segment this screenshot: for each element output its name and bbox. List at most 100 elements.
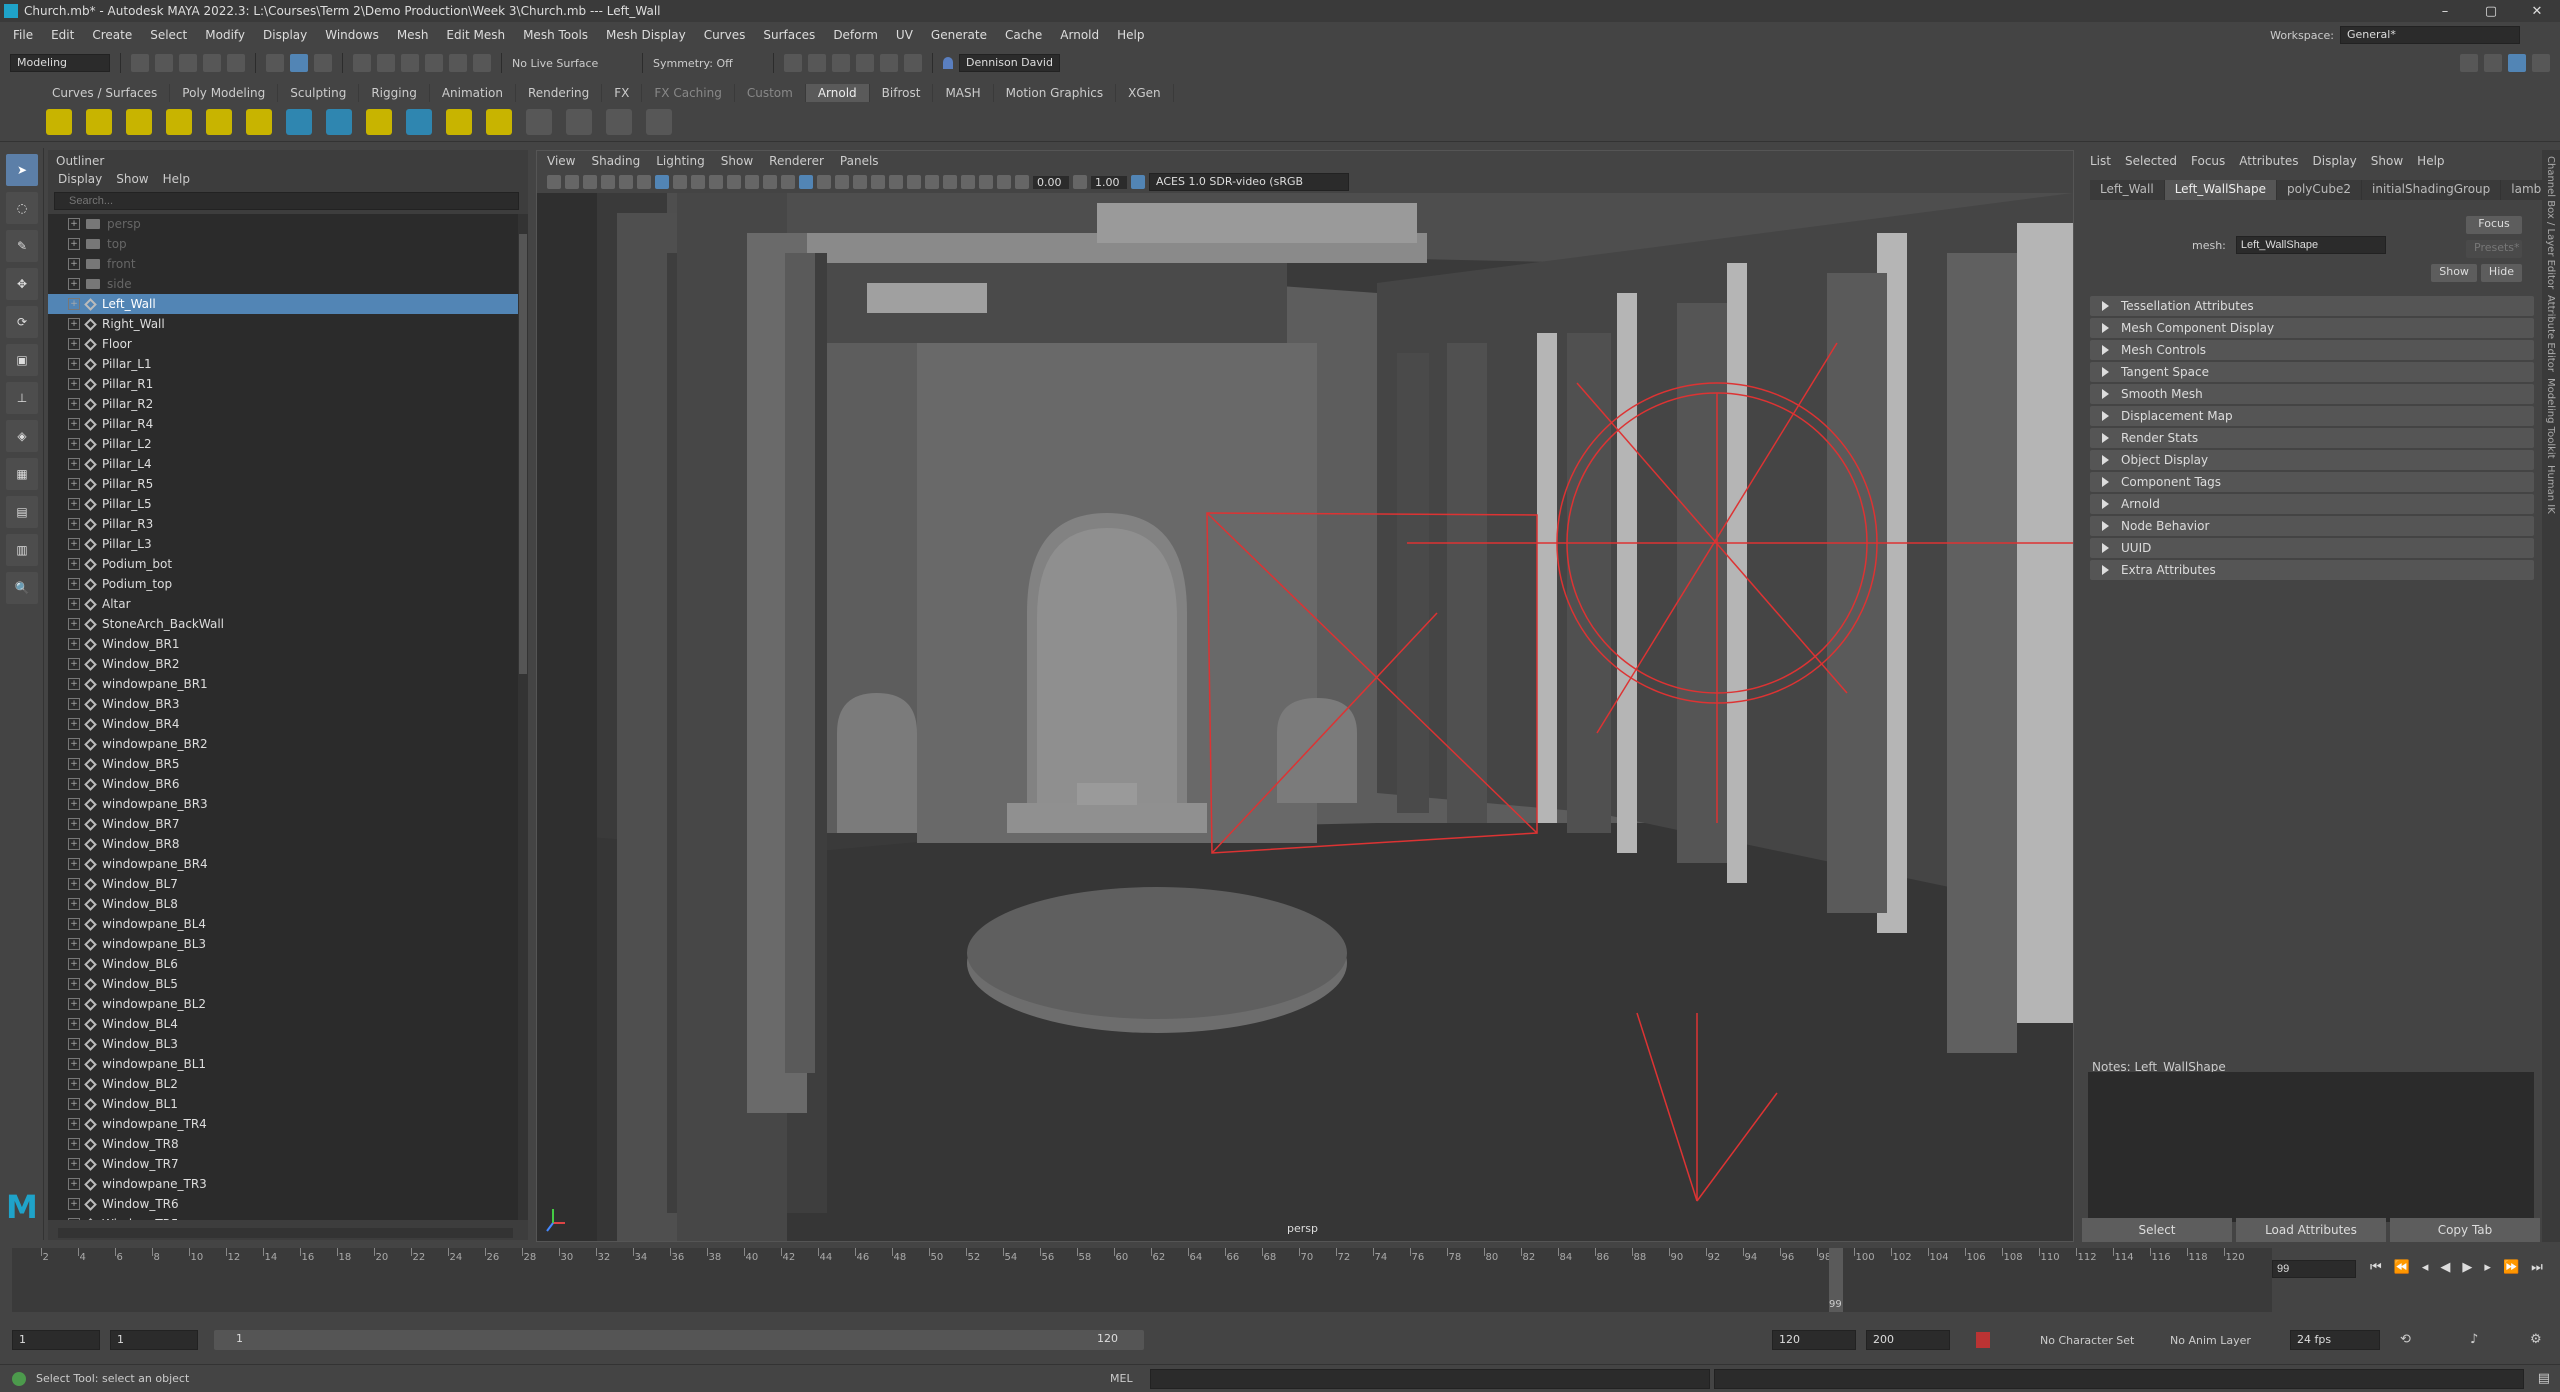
ipr-render-icon[interactable] [832, 54, 850, 72]
shelf-tab-curves-surfaces[interactable]: Curves / Surfaces [40, 84, 171, 102]
grid-icon[interactable] [655, 175, 669, 189]
expand-toggle-icon[interactable]: + [68, 258, 80, 270]
expand-toggle-icon[interactable]: + [68, 838, 80, 850]
attr-tab-initialshadinggroup[interactable]: initialShadingGroup [2362, 180, 2502, 200]
minimize-icon[interactable]: – [2422, 4, 2468, 19]
section-node-behavior[interactable]: Node Behavior [2090, 516, 2534, 536]
outliner-item-window-bl7[interactable]: + Window_BL7 [48, 874, 518, 894]
outliner-item-window-bl5[interactable]: + Window_BL5 [48, 974, 518, 994]
expand-toggle-icon[interactable]: + [68, 738, 80, 750]
scene-start-input[interactable]: 1 [12, 1330, 100, 1350]
snap-grid-icon[interactable] [353, 54, 371, 72]
shelf-tab-custom[interactable]: Custom [735, 84, 806, 102]
select-button[interactable]: Select [2082, 1218, 2232, 1242]
outliner-item-altar[interactable]: + Altar [48, 594, 518, 614]
outliner-item-windowpane-bl2[interactable]: + windowpane_BL2 [48, 994, 518, 1014]
camera-icon[interactable] [286, 108, 312, 135]
section-uuid[interactable]: UUID [2090, 538, 2534, 558]
expand-toggle-icon[interactable]: + [68, 538, 80, 550]
show-button[interactable]: Show [2431, 264, 2477, 282]
default-material-icon[interactable] [817, 175, 831, 189]
exposure-icon[interactable] [1015, 175, 1029, 189]
ambient-occlusion-icon[interactable] [907, 175, 921, 189]
resolution-gate-icon[interactable] [691, 175, 705, 189]
menu-arnold[interactable]: Arnold [1051, 28, 1108, 42]
expand-toggle-icon[interactable]: + [68, 1038, 80, 1050]
outliner-item-windowpane-br2[interactable]: + windowpane_BR2 [48, 734, 518, 754]
redo-icon[interactable] [227, 54, 245, 72]
outliner-item-windowpane-br3[interactable]: + windowpane_BR3 [48, 794, 518, 814]
menu-uv[interactable]: UV [887, 28, 922, 42]
layout-single-icon[interactable] [2460, 54, 2478, 72]
expand-toggle-icon[interactable]: + [68, 1178, 80, 1190]
motion-blur-icon[interactable] [925, 175, 939, 189]
outliner-item-window-bl2[interactable]: + Window_BL2 [48, 1074, 518, 1094]
attr-menu-list[interactable]: List [2090, 154, 2111, 168]
safe-title-icon[interactable] [763, 175, 777, 189]
paint-select-icon[interactable]: ✎ [6, 230, 38, 262]
3d-scene[interactable]: persp [537, 193, 2073, 1241]
expand-toggle-icon[interactable]: + [68, 638, 80, 650]
layout-attr-icon[interactable] [2532, 54, 2550, 72]
select-object-icon[interactable] [290, 54, 308, 72]
viewport-menu-shading[interactable]: Shading [591, 154, 640, 168]
outliner-hscrollbar[interactable] [58, 1228, 513, 1238]
menu-file[interactable]: File [4, 28, 42, 42]
hypershade-icon[interactable] [880, 54, 898, 72]
outliner-item-windowpane-br4[interactable]: + windowpane_BR4 [48, 854, 518, 874]
view-transform-dropdown[interactable]: ACES 1.0 SDR-video (sRGB [1149, 173, 1349, 191]
outliner-item-window-tr5[interactable]: + Window_TR5 [48, 1214, 518, 1220]
expand-toggle-icon[interactable]: + [68, 558, 80, 570]
expand-toggle-icon[interactable]: + [68, 518, 80, 530]
xray-joints-icon[interactable] [997, 175, 1011, 189]
select-component-icon[interactable] [314, 54, 332, 72]
expand-toggle-icon[interactable]: + [68, 898, 80, 910]
move-tool-icon[interactable]: ✥ [6, 268, 38, 300]
expand-toggle-icon[interactable]: + [68, 778, 80, 790]
attr-menu-show[interactable]: Show [2371, 154, 2403, 168]
step-forward-key-icon[interactable]: ⏩ [2503, 1260, 2519, 1275]
workspace-dropdown[interactable]: General* [2340, 26, 2520, 44]
section-tessellation-attributes[interactable]: Tessellation Attributes [2090, 296, 2534, 316]
fps-dropdown[interactable]: 24 fps [2290, 1330, 2380, 1350]
outliner-scrollbar[interactable] [518, 214, 528, 1220]
2d-pan-icon[interactable] [619, 175, 633, 189]
attr-tab-left-wallshape[interactable]: Left_WallShape [2164, 180, 2277, 200]
outliner-item-podium-top[interactable]: + Podium_top [48, 574, 518, 594]
last-tool-icon[interactable]: ⊥ [6, 382, 38, 414]
outliner-item-window-br6[interactable]: + Window_BR6 [48, 774, 518, 794]
expand-toggle-icon[interactable]: + [68, 658, 80, 670]
range-slider-bar[interactable]: 1 120 [214, 1330, 1144, 1350]
expand-toggle-icon[interactable]: + [68, 858, 80, 870]
new-scene-icon[interactable] [131, 54, 149, 72]
expand-toggle-icon[interactable]: + [68, 358, 80, 370]
character-set-dropdown[interactable]: No Character Set [2040, 1334, 2134, 1347]
expand-toggle-icon[interactable]: + [68, 1218, 80, 1220]
side-tab-channel-box-layer-editor[interactable]: Channel Box / Layer Editor [2545, 156, 2556, 289]
menu-mesh-tools[interactable]: Mesh Tools [514, 28, 597, 42]
presets-button[interactable]: Presets* [2466, 240, 2522, 258]
expand-toggle-icon[interactable]: + [68, 458, 80, 470]
expand-toggle-icon[interactable]: + [68, 998, 80, 1010]
outliner-item-window-br8[interactable]: + Window_BR8 [48, 834, 518, 854]
outliner-item-floor[interactable]: + Floor [48, 334, 518, 354]
step-back-key-icon[interactable]: ⏪ [2394, 1260, 2410, 1275]
render-icon[interactable] [808, 54, 826, 72]
menu-cache[interactable]: Cache [996, 28, 1051, 42]
expand-toggle-icon[interactable]: + [68, 978, 80, 990]
outliner-item-window-br7[interactable]: + Window_BR7 [48, 814, 518, 834]
shelf-tab-fx-caching[interactable]: FX Caching [642, 84, 735, 102]
outliner-item-window-tr8[interactable]: + Window_TR8 [48, 1134, 518, 1154]
expand-toggle-icon[interactable]: + [68, 718, 80, 730]
camera-aim-icon[interactable] [326, 108, 352, 135]
viewport-menu-renderer[interactable]: Renderer [769, 154, 824, 168]
auto-key-icon[interactable] [1976, 1332, 1990, 1348]
isolate-select-icon[interactable] [961, 175, 975, 189]
expand-toggle-icon[interactable]: + [68, 1198, 80, 1210]
directional-light-icon[interactable] [86, 108, 112, 135]
gate-mask-icon[interactable] [709, 175, 723, 189]
snap-view-icon[interactable] [425, 54, 443, 72]
menu-surfaces[interactable]: Surfaces [754, 28, 824, 42]
hide-button[interactable]: Hide [2480, 264, 2522, 282]
mel-label[interactable]: MEL [1110, 1372, 1133, 1385]
